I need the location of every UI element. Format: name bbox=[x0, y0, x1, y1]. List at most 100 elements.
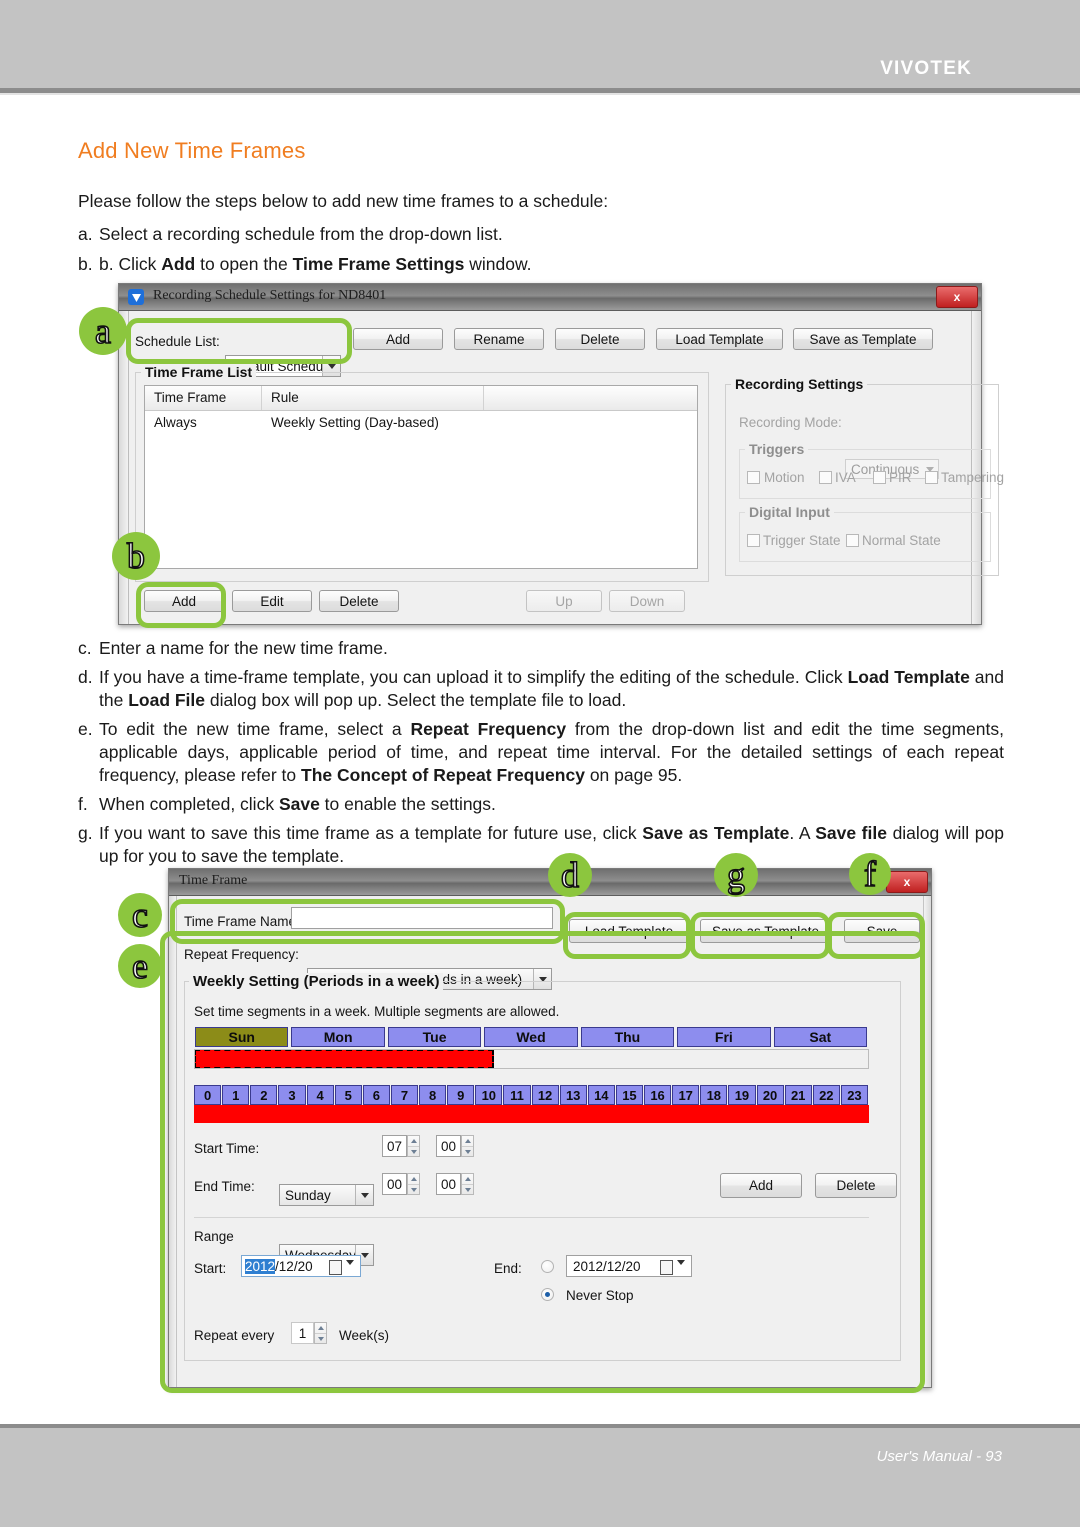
hour-cell-11[interactable]: 11 bbox=[503, 1085, 531, 1105]
cell-time-frame: Always bbox=[154, 415, 197, 430]
stepper-down-icon[interactable] bbox=[408, 1185, 419, 1195]
end-time-hour-input[interactable]: 00 bbox=[382, 1173, 407, 1195]
add-time-frame-button[interactable]: Add bbox=[144, 590, 224, 612]
save-as-template-button[interactable]: Save as Template bbox=[700, 919, 831, 943]
hour-segment-bar[interactable] bbox=[194, 1105, 869, 1123]
hour-cell-4[interactable]: 4 bbox=[306, 1085, 334, 1105]
hour-cell-2[interactable]: 2 bbox=[250, 1085, 278, 1105]
load-template-button[interactable]: Load Template bbox=[569, 919, 689, 943]
hour-cell-6[interactable]: 6 bbox=[362, 1085, 390, 1105]
stepper-up-icon[interactable] bbox=[462, 1136, 473, 1147]
repeat-every-stepper[interactable] bbox=[314, 1322, 327, 1344]
table-row[interactable]: Always Weekly Setting (Day-based) bbox=[145, 411, 697, 435]
dialog1-titlebar[interactable]: Recording Schedule Settings for ND8401 x bbox=[119, 284, 981, 311]
hour-cell-5[interactable]: 5 bbox=[334, 1085, 362, 1105]
hour-cell-15[interactable]: 15 bbox=[615, 1085, 643, 1105]
hour-cell-7[interactable]: 7 bbox=[390, 1085, 418, 1105]
hour-cell-8[interactable]: 8 bbox=[419, 1085, 447, 1105]
add-segment-button[interactable]: Add bbox=[720, 1173, 802, 1198]
hour-cell-19[interactable]: 19 bbox=[728, 1085, 756, 1105]
range-start-date-input[interactable]: 2012/12/20 bbox=[241, 1255, 361, 1280]
close-icon[interactable]: x bbox=[886, 871, 928, 893]
range-end-label: End: bbox=[494, 1261, 522, 1276]
start-time-day-dropdown[interactable]: Sunday bbox=[279, 1184, 374, 1206]
save-button[interactable]: Save bbox=[844, 919, 920, 943]
start-time-minute-input[interactable]: 00 bbox=[436, 1135, 461, 1157]
step-d: d. If you have a time-frame template, yo… bbox=[78, 666, 1004, 712]
edit-time-frame-button[interactable]: Edit bbox=[232, 590, 312, 612]
chevron-down-icon[interactable] bbox=[355, 1185, 373, 1205]
hour-cell-10[interactable]: 10 bbox=[475, 1085, 503, 1105]
stepper-down-icon[interactable] bbox=[462, 1185, 473, 1195]
calendar-icon[interactable] bbox=[329, 1260, 342, 1275]
checkbox-iva[interactable] bbox=[819, 471, 832, 484]
delete-segment-button[interactable]: Delete bbox=[815, 1173, 897, 1198]
hour-cell-14[interactable]: 14 bbox=[587, 1085, 615, 1105]
save-as-template-button[interactable]: Save as Template bbox=[793, 328, 933, 350]
day-cell-mon[interactable]: Mon bbox=[291, 1027, 385, 1047]
hour-cell-20[interactable]: 20 bbox=[756, 1085, 784, 1105]
dialog2-right-frame bbox=[923, 896, 931, 1387]
start-time-minute-stepper[interactable] bbox=[461, 1135, 474, 1157]
step-b-text: b. Click Add to open the Time Frame Sett… bbox=[99, 254, 532, 274]
stepper-down-icon[interactable] bbox=[315, 1334, 326, 1344]
day-cell-thu[interactable]: Thu bbox=[580, 1027, 675, 1047]
end-time-hour-stepper[interactable] bbox=[407, 1173, 420, 1195]
delete-schedule-button[interactable]: Delete bbox=[555, 328, 645, 350]
radio-never-stop[interactable] bbox=[541, 1288, 554, 1301]
delete-time-frame-button[interactable]: Delete bbox=[319, 590, 399, 612]
load-template-button[interactable]: Load Template bbox=[656, 328, 783, 350]
start-time-hour-stepper[interactable] bbox=[407, 1135, 420, 1157]
checkbox-pir[interactable] bbox=[873, 471, 886, 484]
calendar-icon[interactable] bbox=[660, 1260, 673, 1275]
end-time-minute-input[interactable]: 00 bbox=[436, 1173, 461, 1195]
day-segment-bar[interactable] bbox=[194, 1049, 494, 1069]
hour-cell-1[interactable]: 1 bbox=[222, 1085, 250, 1105]
range-end-date-input[interactable]: 2012/12/20 bbox=[566, 1255, 692, 1280]
hour-cell-3[interactable]: 3 bbox=[278, 1085, 306, 1105]
day-cell-fri[interactable]: Fri bbox=[677, 1027, 771, 1047]
stepper-up-icon[interactable] bbox=[462, 1174, 473, 1185]
repeat-every-input[interactable]: 1 bbox=[291, 1322, 314, 1344]
checkbox-normal-state[interactable] bbox=[846, 534, 859, 547]
checkbox-motion[interactable] bbox=[747, 471, 760, 484]
rename-schedule-button[interactable]: Rename bbox=[454, 328, 544, 350]
step-c: c. Enter a name for the new time frame. bbox=[78, 637, 978, 660]
day-cell-tue[interactable]: Tue bbox=[387, 1027, 482, 1047]
radio-end-date[interactable] bbox=[541, 1260, 554, 1273]
stepper-up-icon[interactable] bbox=[315, 1323, 326, 1334]
checkbox-trigger-state[interactable] bbox=[747, 534, 760, 547]
hour-cell-22[interactable]: 22 bbox=[812, 1085, 840, 1105]
stepper-down-icon[interactable] bbox=[408, 1147, 419, 1157]
stepper-up-icon[interactable] bbox=[408, 1174, 419, 1185]
move-down-button[interactable]: Down bbox=[609, 590, 685, 612]
checkbox-tampering[interactable] bbox=[925, 471, 938, 484]
day-cell-wed[interactable]: Wed bbox=[484, 1027, 578, 1047]
hour-cell-0[interactable]: 0 bbox=[194, 1085, 222, 1105]
chevron-down-icon[interactable] bbox=[677, 1260, 685, 1280]
col-time-frame[interactable]: Time Frame bbox=[154, 390, 226, 405]
stepper-down-icon[interactable] bbox=[462, 1147, 473, 1157]
chevron-down-icon[interactable] bbox=[346, 1260, 354, 1280]
add-schedule-button[interactable]: Add bbox=[353, 328, 443, 350]
hour-cell-17[interactable]: 17 bbox=[672, 1085, 700, 1105]
hour-cell-13[interactable]: 13 bbox=[559, 1085, 587, 1105]
hour-cell-18[interactable]: 18 bbox=[700, 1085, 728, 1105]
hour-cell-12[interactable]: 12 bbox=[531, 1085, 559, 1105]
start-time-day-value: Sunday bbox=[285, 1187, 331, 1203]
day-cell-sat[interactable]: Sat bbox=[773, 1027, 867, 1047]
end-time-minute-stepper[interactable] bbox=[461, 1173, 474, 1195]
hour-cell-16[interactable]: 16 bbox=[644, 1085, 672, 1105]
start-time-hour-input[interactable]: 07 bbox=[382, 1135, 407, 1157]
day-cell-sun[interactable]: Sun bbox=[195, 1027, 289, 1047]
stepper-up-icon[interactable] bbox=[408, 1136, 419, 1147]
move-up-button[interactable]: Up bbox=[526, 590, 602, 612]
close-icon[interactable]: x bbox=[936, 286, 978, 308]
hour-cell-21[interactable]: 21 bbox=[784, 1085, 812, 1105]
col-divider-2 bbox=[483, 386, 484, 410]
col-divider-1 bbox=[261, 386, 262, 410]
hour-cell-9[interactable]: 9 bbox=[447, 1085, 475, 1105]
time-frame-name-input[interactable] bbox=[291, 907, 553, 929]
col-rule[interactable]: Rule bbox=[271, 390, 299, 405]
hour-cell-23[interactable]: 23 bbox=[840, 1085, 868, 1105]
